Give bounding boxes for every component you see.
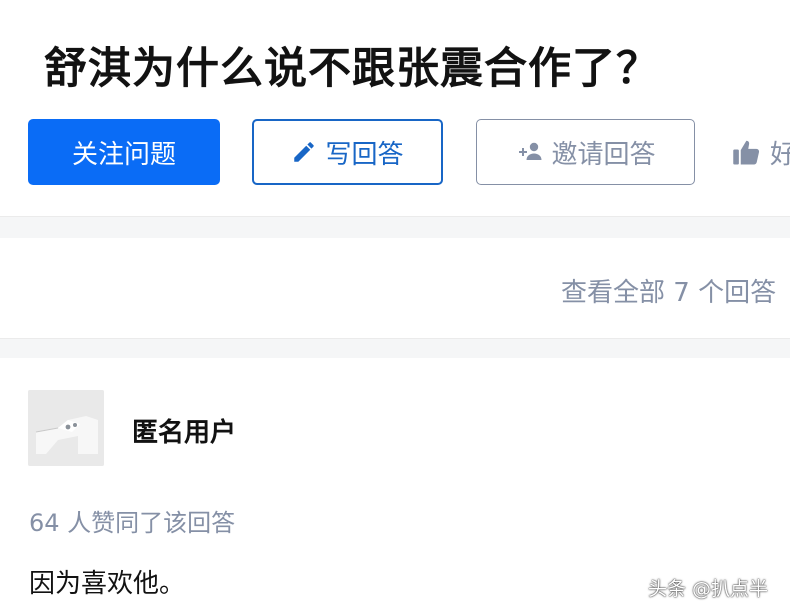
invite-answer-label: 邀请回答 — [551, 139, 656, 170]
avatar[interactable] — [28, 390, 104, 466]
invite-answer-button[interactable]: 邀请回答 — [476, 119, 695, 185]
anonymous-avatar-icon — [28, 390, 104, 466]
vote-count-text: 64 人赞同了该回答 — [29, 509, 236, 537]
author-name[interactable]: 匿名用户 — [132, 412, 236, 449]
view-all-answers-link[interactable]: 查看全部 7 个回答 — [561, 272, 776, 309]
watermark: 头条 @扒点半 — [648, 578, 769, 600]
pencil-icon — [291, 139, 317, 165]
thumbs-up-icon — [732, 138, 762, 166]
section-divider — [0, 338, 790, 358]
like-button[interactable]: 好 — [732, 134, 790, 170]
question-title: 舒淇为什么说不跟张震合作了？ — [44, 44, 660, 94]
question-header: 舒淇为什么说不跟张震合作了？ 关注问题 写回答 邀请回答 好 — [0, 0, 790, 216]
write-answer-button[interactable]: 写回答 — [252, 119, 443, 185]
write-answer-label: 写回答 — [325, 139, 404, 170]
add-person-icon — [515, 140, 543, 164]
section-divider — [0, 216, 790, 238]
like-label: 好 — [770, 139, 790, 170]
answer-content: 因为喜欢他。 — [29, 569, 186, 599]
follow-question-button[interactable]: 关注问题 — [28, 119, 220, 185]
follow-question-label: 关注问题 — [71, 139, 176, 170]
